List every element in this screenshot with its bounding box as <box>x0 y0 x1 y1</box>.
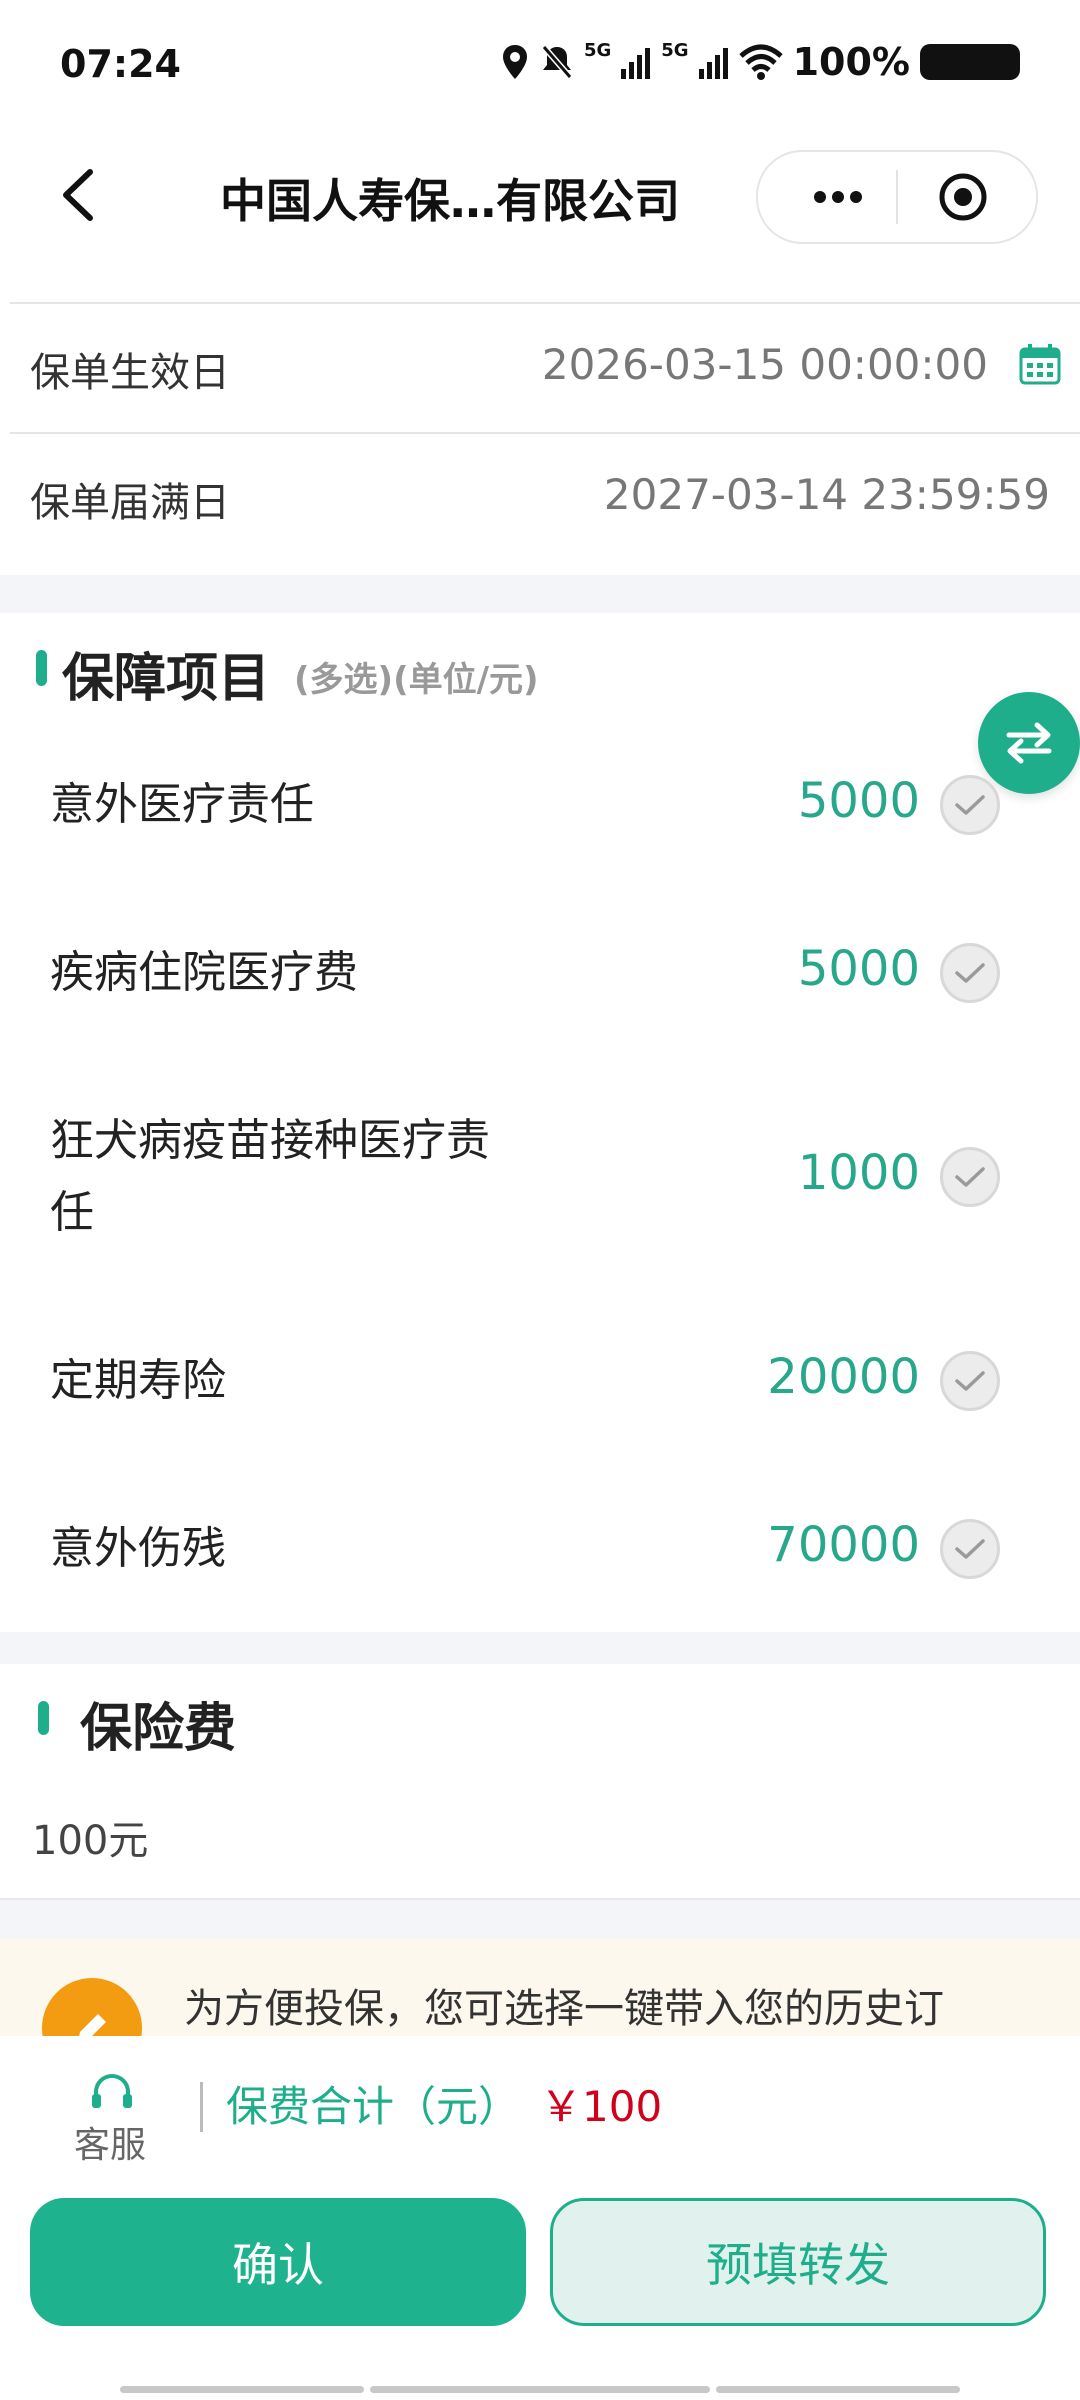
divider-line <box>10 432 1080 434</box>
coverage-checkbox[interactable] <box>940 943 1000 1003</box>
section-accent-bar <box>38 1701 49 1735</box>
section-accent-bar <box>36 650 47 686</box>
confirm-button[interactable]: 确认 <box>30 2198 526 2326</box>
coverage-subtitle: (多选)(单位/元) <box>294 660 539 700</box>
status-icons: 5G 5G 100% <box>500 40 1020 84</box>
coverage-item-label: 意外伤残 <box>50 1523 226 1574</box>
chevron-left-icon <box>63 169 93 221</box>
coverage-title: 保障项目 <box>62 649 271 709</box>
back-button[interactable] <box>50 160 110 230</box>
page-title: 中国人寿保…有限公司 <box>220 174 680 228</box>
more-dots-icon <box>814 191 862 203</box>
policy-end-label: 保单届满日 <box>30 480 230 526</box>
history-notice-text: 为方便投保，您可选择一键带入您的历史订 <box>184 1986 944 2032</box>
prefill-forward-button[interactable]: 预填转发 <box>550 2198 1046 2326</box>
section-gap <box>0 575 1080 613</box>
policy-start-value[interactable]: 2026-03-15 00:00:00 <box>542 340 988 389</box>
divider-line <box>10 302 1080 304</box>
coverage-item-value: 20000 <box>767 1349 920 1405</box>
check-icon <box>955 1167 985 1187</box>
divider-vertical <box>200 2082 203 2132</box>
check-icon <box>955 795 985 815</box>
coverage-item-value: 70000 <box>767 1517 920 1573</box>
home-indicator <box>716 2386 960 2393</box>
premium-total-label: 保费合计（元） <box>226 2082 521 2131</box>
check-icon <box>955 963 985 983</box>
section-gap <box>0 1632 1080 1664</box>
coverage-item-label: 定期寿险 <box>50 1355 226 1406</box>
policy-start-label: 保单生效日 <box>30 350 230 396</box>
swap-button[interactable] <box>978 692 1080 794</box>
signal-icon-2 <box>698 48 728 79</box>
battery-icon <box>920 44 1020 80</box>
headset-icon[interactable] <box>88 2072 136 2112</box>
coverage-item-value: 5000 <box>797 941 920 997</box>
more-button[interactable] <box>788 152 888 242</box>
premium-total-value: ￥100 <box>540 2082 663 2131</box>
battery-percent: 100% <box>792 40 910 84</box>
coverage-checkbox[interactable] <box>940 1147 1000 1207</box>
wifi-icon <box>738 44 783 80</box>
network-a-label: 5G <box>583 40 612 61</box>
premium-title: 保险费 <box>80 1699 237 1759</box>
signal-icon <box>621 48 651 79</box>
coverage-checkbox[interactable] <box>940 1519 1000 1579</box>
coverage-checkbox[interactable] <box>940 1351 1000 1411</box>
status-time: 07:24 <box>60 42 181 86</box>
coverage-item-value: 1000 <box>797 1145 920 1201</box>
coverage-item-label-line2: 任 <box>50 1187 94 1238</box>
coverage-item-label: 狂犬病疫苗接种医疗责 <box>50 1115 490 1166</box>
network-b-label: 5G <box>661 40 689 61</box>
customer-service-button[interactable]: 客服 <box>74 2116 146 2168</box>
location-icon <box>502 45 527 79</box>
mini-program-capsule <box>756 150 1038 244</box>
coverage-checkbox[interactable] <box>940 775 1000 835</box>
close-mini-program-button[interactable] <box>908 152 1018 242</box>
coverage-item-label: 疾病住院医疗费 <box>50 947 358 998</box>
section-gap <box>0 1898 1080 1940</box>
mute-bell-icon <box>541 45 573 79</box>
capsule-divider <box>896 170 898 224</box>
coverage-item-label: 意外医疗责任 <box>50 779 314 830</box>
swap-arrows-icon <box>1006 722 1052 764</box>
target-icon <box>939 173 987 221</box>
home-indicator <box>120 2386 364 2393</box>
policy-end-value: 2027-03-14 23:59:59 <box>603 470 1050 519</box>
home-indicator <box>370 2386 710 2393</box>
calendar-icon[interactable] <box>1018 342 1062 386</box>
premium-value: 100元 <box>32 1818 149 1864</box>
check-icon <box>955 1371 985 1391</box>
check-icon <box>955 1539 985 1559</box>
coverage-item-value: 5000 <box>797 773 920 829</box>
